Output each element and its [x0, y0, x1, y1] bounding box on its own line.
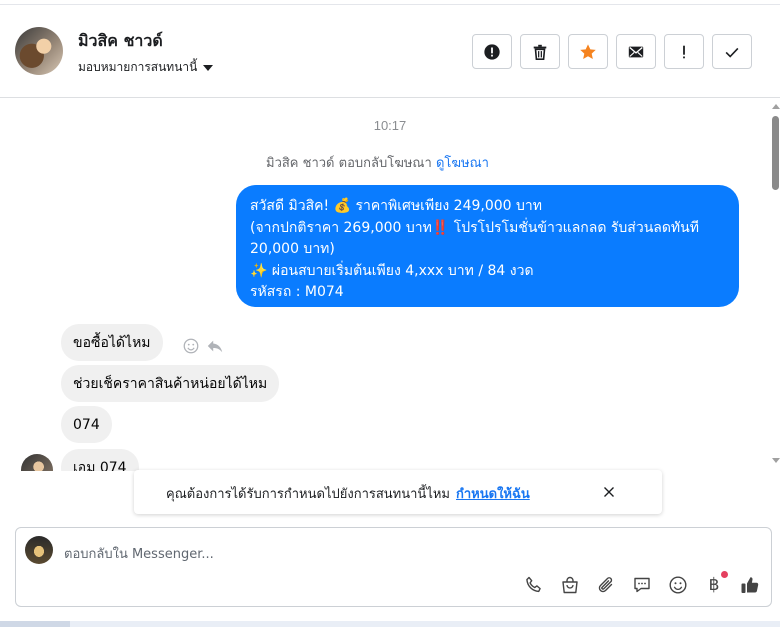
close-icon[interactable] [600, 483, 618, 501]
trash-icon [533, 44, 547, 60]
mark-unread-button[interactable] [616, 34, 656, 69]
messenger-inbox: มิวสิค ชาวด์ มอบหมายการสนทนานี้ 10:17 มิ… [0, 0, 780, 627]
react-smiley-icon[interactable] [182, 337, 200, 355]
assign-to-me-link[interactable]: กำหนดให้ฉัน [456, 487, 530, 502]
contact-avatar[interactable] [15, 27, 63, 75]
outgoing-message[interactable]: สวัสดี มิวสิค! 💰 ราคาพิเศษเพียง 249,000 … [236, 185, 739, 307]
contact-name[interactable]: มิวสิค ชาวด์ [78, 29, 163, 54]
delete-button[interactable] [520, 34, 560, 69]
bottom-strip [0, 621, 780, 627]
like-button[interactable] [739, 574, 761, 596]
emoji-button[interactable] [667, 574, 689, 596]
header-actions [472, 34, 752, 69]
smiley-icon [669, 576, 687, 594]
incoming-message[interactable]: 074 [61, 406, 112, 443]
baht-icon: ฿ [708, 575, 720, 595]
message-line: รหัสรถ : M074 [250, 284, 344, 300]
check-icon [725, 47, 739, 58]
shop-button[interactable] [559, 574, 581, 596]
page-avatar [25, 536, 53, 564]
envelope-icon [628, 46, 644, 57]
sender-avatar [21, 454, 53, 471]
message-timestamp: 10:17 [373, 118, 407, 133]
incoming-message[interactable]: ช่วยเช็คราคาสินค้าหน่อยได้ไหม [61, 365, 280, 402]
message-line: (จากปกติราคา 269,000 บาท‼️ โปรโปรโมชั่นข… [250, 219, 699, 236]
star-icon [580, 43, 596, 59]
view-ad-link[interactable]: ดูโฆษณา [436, 156, 489, 171]
reply-input[interactable]: ตอบกลับใน Messenger... [64, 543, 214, 564]
divider [0, 4, 780, 5]
notification-dot [721, 571, 728, 578]
scroll-thumb[interactable] [772, 116, 779, 190]
paperclip-icon [598, 577, 613, 593]
exclamation-icon [683, 45, 685, 58]
assign-prompt-text: คุณต้องการได้รับการกำหนดไปยังการสนทนานี้… [166, 487, 450, 502]
assign-prompt: คุณต้องการได้รับการกำหนดไปยังการสนทนานี้… [166, 483, 530, 504]
chat-bubble-icon [634, 577, 650, 593]
caret-down-icon [203, 64, 214, 71]
incoming-message[interactable]: ขอซื้อได้ไหม [61, 324, 163, 361]
message-line: สวัสดี มิวสิค! 💰 ราคาพิเศษเพียง 249,000 … [250, 198, 542, 214]
alert-circle-icon [484, 43, 500, 60]
saved-replies-button[interactable] [631, 574, 653, 596]
composer-tools: ฿ [523, 571, 761, 596]
scroll-down-arrow-icon[interactable] [772, 458, 780, 463]
ad-reply-text: มิวสิค ชาวด์ ตอบกลับโฆษณา [266, 156, 432, 171]
assign-label: มอบหมายการสนทนานี้ [78, 60, 198, 74]
mark-important-button[interactable] [664, 34, 704, 69]
scroll-up-arrow-icon[interactable] [772, 104, 780, 109]
mark-done-button[interactable] [712, 34, 752, 69]
message-line: ✨ ผ่อนสบายเริ่มต้นเพียง 4,xxx บาท / 84 ง… [250, 262, 534, 279]
message-tools [182, 337, 224, 355]
assign-conversation-dropdown[interactable]: มอบหมายการสนทนานี้ [78, 58, 214, 77]
ad-reply-note: มิวสิค ชาวด์ ตอบกลับโฆษณา ดูโฆษณา [266, 152, 489, 173]
incoming-message[interactable]: เอม 074 [61, 449, 139, 471]
report-spam-button[interactable] [472, 34, 512, 69]
payment-button[interactable]: ฿ [703, 571, 728, 596]
call-button[interactable] [523, 574, 545, 596]
thumbs-up-icon [741, 577, 759, 593]
reply-composer[interactable]: ตอบกลับใน Messenger... ฿ [15, 527, 772, 607]
message-thread[interactable]: 10:17 มิวสิค ชาวด์ ตอบกลับโฆษณา ดูโฆษณา … [0, 99, 772, 471]
attach-button[interactable] [595, 574, 617, 596]
message-line: 20,000 บาท) [250, 241, 335, 257]
reply-arrow-icon[interactable] [206, 337, 224, 355]
star-button[interactable] [568, 34, 608, 69]
phone-icon [526, 576, 541, 593]
conversation-header: มิวสิค ชาวด์ มอบหมายการสนทนานี้ [0, 0, 780, 98]
window-tab[interactable] [0, 621, 70, 627]
assign-prompt-toast: คุณต้องการได้รับการกำหนดไปยังการสนทนานี้… [134, 470, 662, 514]
shopping-bag-icon [562, 576, 578, 594]
